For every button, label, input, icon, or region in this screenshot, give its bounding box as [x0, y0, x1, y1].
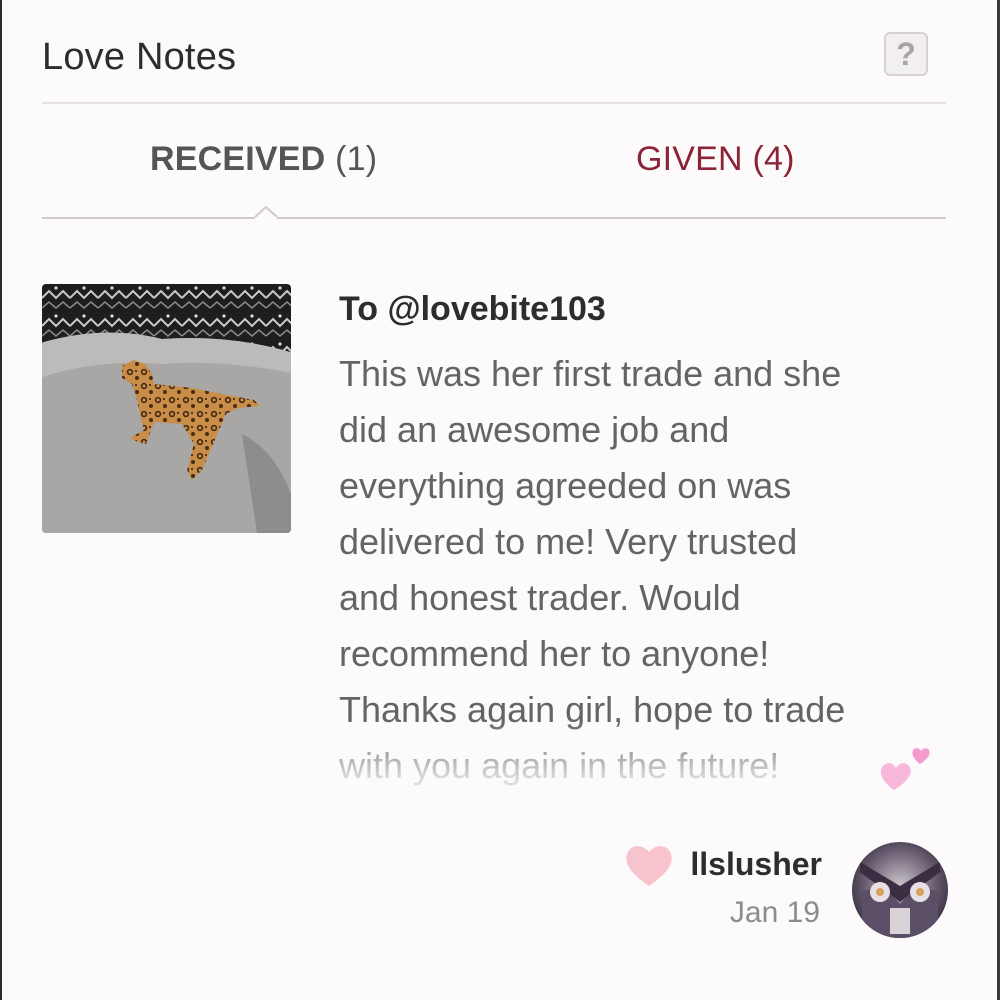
tab-received-count: (1) [335, 140, 378, 178]
help-icon: ? [896, 36, 916, 72]
tab-received[interactable]: RECEIVED (1) [150, 140, 377, 179]
heart-icon[interactable] [624, 842, 674, 888]
love-notes-panel: Love Notes ? RECEIVED (1) GIVEN (4) To @… [0, 0, 1000, 1000]
note-recipient: To @lovebite103 [339, 290, 606, 328]
page-title: Love Notes [42, 36, 237, 78]
header-divider [42, 102, 946, 104]
tab-given-count: (4) [752, 140, 795, 178]
tab-received-label: RECEIVED [150, 140, 326, 178]
help-button[interactable]: ? [884, 32, 928, 76]
note-date: Jan 19 [729, 896, 820, 929]
author-username[interactable]: llslusher [690, 846, 822, 883]
note-message: This was her first trade and she did an … [339, 353, 846, 786]
tab-indicator-caret-icon [254, 206, 278, 221]
two-hearts-icon [880, 748, 930, 790]
frame-edge-left [0, 0, 2, 1000]
item-photo[interactable] [42, 284, 291, 533]
avatar[interactable] [852, 842, 948, 938]
tab-given[interactable]: GIVEN (4) [636, 140, 795, 179]
tab-given-label: GIVEN [636, 140, 743, 178]
tab-divider [42, 217, 946, 219]
